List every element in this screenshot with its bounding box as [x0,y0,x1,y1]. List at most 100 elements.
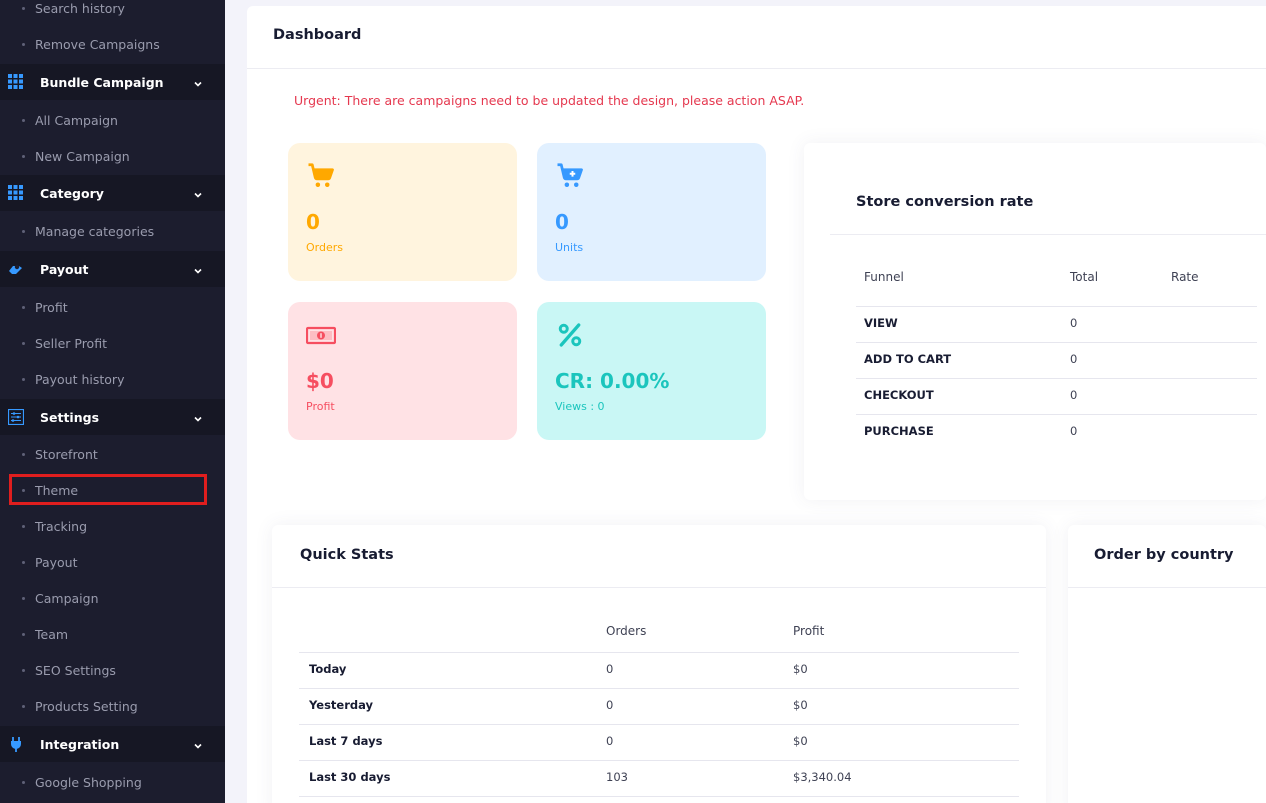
money-hand-icon [8,261,24,277]
bullet-dot [22,632,25,636]
cart-icon [308,163,334,187]
row-divider [299,760,1019,761]
units-value: 0 [555,210,569,234]
sidebar-section-label: Bundle Campaign [40,74,164,90]
profit-cell: $3,340.04 [793,770,852,784]
sidebar-item-campaign[interactable]: Campaign [0,580,225,616]
grid-icon [8,74,24,90]
cr-label: Views : 0 [555,400,605,413]
sidebar-item-google-shopping[interactable]: Google Shopping [0,764,225,800]
row-divider [299,688,1019,689]
profit-stat-card[interactable]: $0 Profit [288,302,517,440]
sidebar-item-search-history[interactable]: Search history [0,0,225,26]
funnel-cell: CHECKOUT [864,388,934,402]
orders-label: Orders [306,241,343,254]
conversion-rate-card: Store conversion rate Funnel Total Rate … [804,143,1266,500]
row-divider [856,414,1257,415]
bullet-dot [22,154,25,158]
orders-stat-card[interactable]: 0 Orders [288,143,517,281]
bullet-dot [22,780,25,784]
row-divider [299,652,1019,653]
total-cell: 0 [1070,352,1078,366]
cart-plus-icon [557,163,583,187]
row-divider [856,342,1257,343]
profit-value: $0 [306,369,334,393]
sidebar-section-category[interactable]: Category [0,175,225,211]
sidebar-item-tracking[interactable]: Tracking [0,508,225,544]
header-divider [247,68,1266,69]
bullet-dot [22,229,25,233]
sidebar-item-products-setting[interactable]: Products Setting [0,688,225,724]
percent-icon [558,323,582,347]
sidebar-section-label: Settings [40,409,100,425]
sidebar-item-label: Profit [35,299,68,315]
orders-cell: 0 [606,698,614,712]
period-cell: Last 7 days [309,734,383,748]
sidebar-item-label: All Campaign [35,112,118,128]
col-profit: Profit [793,624,825,638]
row-divider [856,306,1257,307]
sidebar-item-label: Theme [35,482,79,498]
sidebar-item-manage-categories[interactable]: Manage categories [0,213,225,249]
sidebar-item-label: Team [35,626,69,642]
bullet-dot [22,560,25,564]
sidebar-item-all-campaign[interactable]: All Campaign [0,102,225,138]
plug-icon [8,736,24,752]
sidebar-item-payout-history[interactable]: Payout history [0,361,225,397]
sidebar-section-label: Integration [40,736,120,752]
page-title: Dashboard [273,27,362,43]
money-bill-icon [305,326,337,345]
order-by-country-card: Order by country [1068,525,1266,803]
sidebar-section-payout[interactable]: Payout [0,251,225,287]
row-divider [299,724,1019,725]
period-cell: Today [309,662,347,676]
sidebar-item-seller-profit[interactable]: Seller Profit [0,325,225,361]
dashboard-card: Dashboard Urgent: There are campaigns ne… [247,6,1266,803]
orders-cell: 0 [606,662,614,676]
funnel-cell: VIEW [864,316,898,330]
sidebar-item-profit[interactable]: Profit [0,289,225,325]
bullet-dot [22,452,25,456]
quick-stats-card: Quick Stats Orders Profit Today 0 $0 Yester… [272,525,1046,803]
sidebar-item-team[interactable]: Team [0,616,225,652]
funnel-cell: PURCHASE [864,424,934,438]
profit-cell: $0 [793,734,808,748]
chevron-down-icon [193,739,203,749]
sidebar-item-label: Payout [35,554,78,570]
profit-cell: $0 [793,662,808,676]
sidebar-item-theme[interactable]: Theme [0,472,225,508]
sidebar-item-seo-settings[interactable]: SEO Settings [0,652,225,688]
sidebar-section-label: Category [40,185,104,201]
sidebar-item-label: SEO Settings [35,662,116,678]
cr-value: CR: 0.00% [555,369,670,393]
sidebar-section-integration[interactable]: Integration [0,726,225,762]
sidebar-section-settings[interactable]: Settings [0,399,225,435]
chevron-down-icon [193,188,203,198]
conversion-rate-title: Store conversion rate [856,194,1034,210]
units-stat-card[interactable]: 0 Units [537,143,766,281]
row-divider [856,378,1257,379]
sidebar-item-storefront[interactable]: Storefront [0,436,225,472]
sidebar-item-label: Search history [35,0,125,16]
orders-cell: 103 [606,770,628,784]
profit-label: Profit [306,400,335,413]
sidebar-item-payout[interactable]: Payout [0,544,225,580]
grid-icon [8,185,24,201]
cr-stat-card[interactable]: CR: 0.00% Views : 0 [537,302,766,440]
sidebar-item-label: Seller Profit [35,335,107,351]
col-rate: Rate [1171,270,1199,284]
chevron-down-icon [193,264,203,274]
sidebar-section-label: Payout [40,261,89,277]
quick-stats-title: Quick Stats [300,547,394,563]
period-cell: Last 30 days [309,770,391,784]
sidebar-item-new-campaign[interactable]: New Campaign [0,138,225,174]
bullet-dot [22,6,25,10]
sidebar-item-label: Products Setting [35,698,138,714]
sidebar-item-remove-campaigns[interactable]: Remove Campaigns [0,26,225,62]
bullet-dot [22,118,25,122]
bullet-dot [22,341,25,345]
bullet-dot [22,668,25,672]
bullet-dot [22,42,25,46]
sidebar-item-label: Google Shopping [35,774,142,790]
sidebar-section-bundle-campaign[interactable]: Bundle Campaign [0,64,225,100]
